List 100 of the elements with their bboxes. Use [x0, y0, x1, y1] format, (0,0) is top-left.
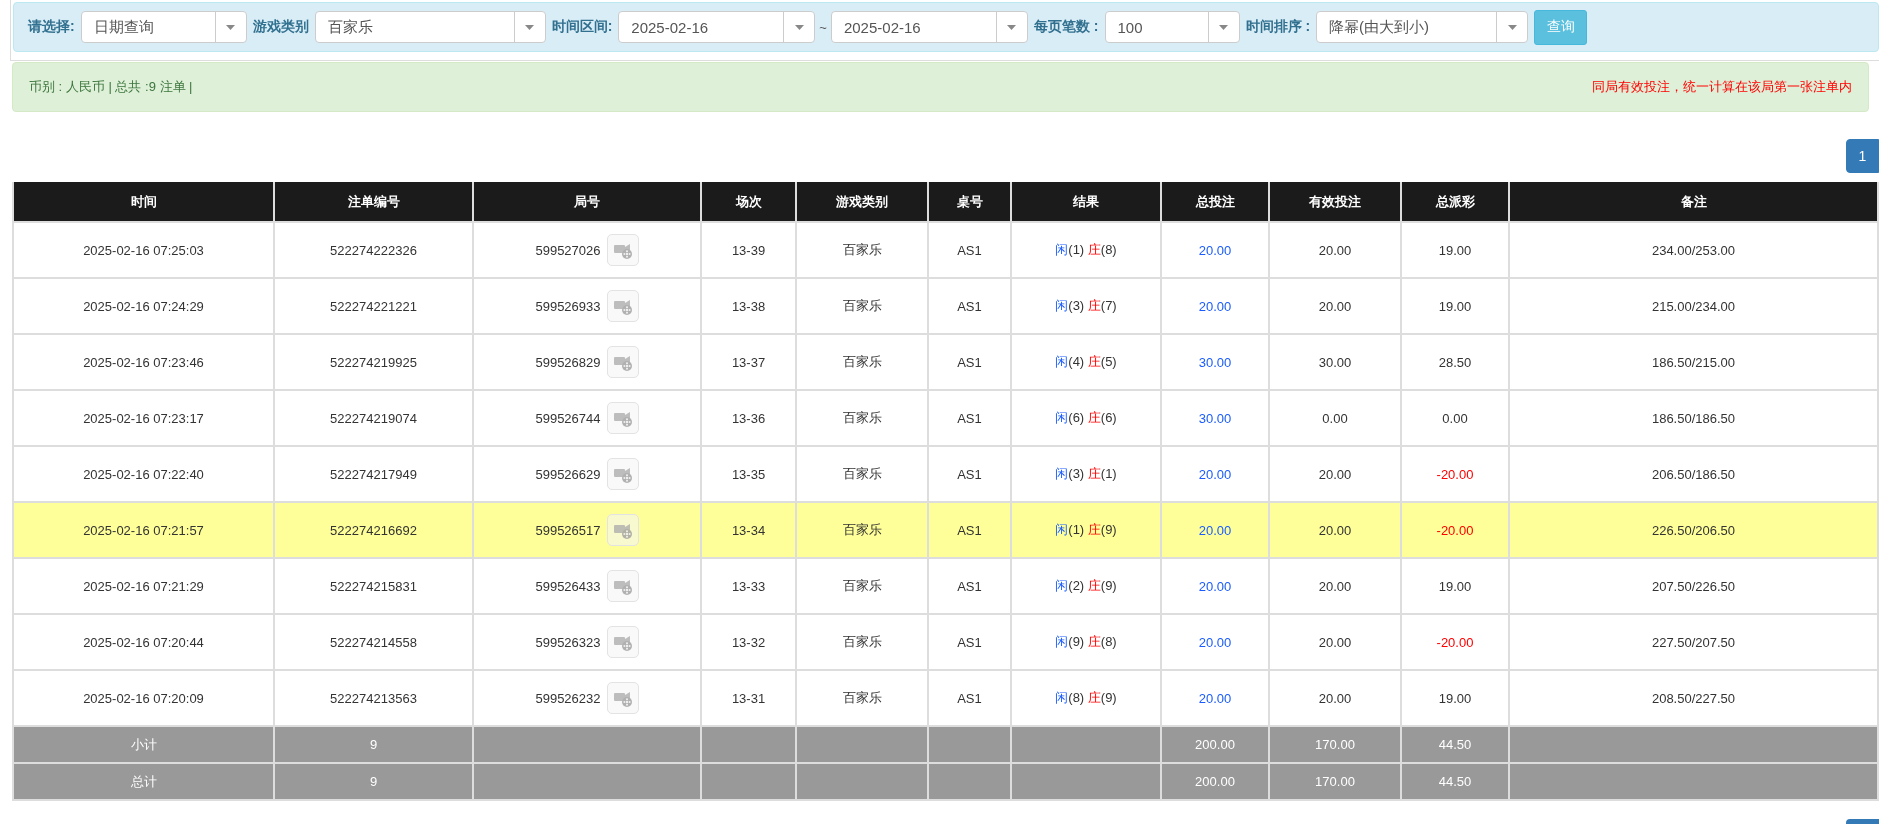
- caret-icon: [1007, 24, 1017, 30]
- column-header: 总派彩: [1401, 182, 1509, 222]
- round-number: 599526517: [535, 522, 601, 538]
- table-cell: -20.00: [1401, 502, 1509, 558]
- filter-label: 时间排序 :: [1245, 18, 1311, 36]
- result-text: 闲(4) 庄(5): [1055, 354, 1117, 369]
- table-cell: 200.00: [1161, 726, 1269, 763]
- table-cell: 9: [274, 726, 473, 763]
- caret-icon: [794, 24, 804, 30]
- table-cell: 44.50: [1401, 763, 1509, 800]
- table-cell: 20.00: [1161, 502, 1269, 558]
- table-cell: AS1: [928, 390, 1011, 446]
- table-cell: 186.50/186.50: [1509, 390, 1878, 446]
- table-cell: 522274221221: [274, 278, 473, 334]
- result-text: 闲(1) 庄(9): [1055, 522, 1117, 537]
- round-number: 599526933: [535, 298, 601, 314]
- table-cell: 20.00: [1161, 222, 1269, 278]
- table-cell: 2025-02-16 07:24:29: [13, 278, 274, 334]
- select-field[interactable]: 降幂(由大到小): [1316, 11, 1529, 43]
- table-cell: 226.50/206.50: [1509, 502, 1878, 558]
- column-header: 结果: [1011, 182, 1161, 222]
- column-header: 注单编号: [274, 182, 473, 222]
- table-cell: AS1: [928, 558, 1011, 614]
- replay-button[interactable]: [606, 458, 639, 490]
- summary-text: 币别 : 人民币 | 总共 :9 注单 |: [29, 78, 193, 96]
- table-cell: 30.00: [1161, 390, 1269, 446]
- replay-button[interactable]: [606, 682, 639, 714]
- column-header: 有效投注: [1269, 182, 1401, 222]
- table-cell: 总计: [13, 763, 274, 800]
- table-cell: 20.00: [1161, 614, 1269, 670]
- table-cell: 2025-02-16 07:25:03: [13, 222, 274, 278]
- table-cell: 9: [274, 763, 473, 800]
- table-cell: 20.00: [1269, 614, 1401, 670]
- replay-button[interactable]: [606, 346, 639, 378]
- table-cell: 522274214558: [274, 614, 473, 670]
- table-cell: 百家乐: [796, 614, 928, 670]
- result-text: 闲(2) 庄(9): [1055, 578, 1117, 593]
- replay-button[interactable]: [606, 570, 639, 602]
- result-text: 闲(6) 庄(6): [1055, 410, 1117, 425]
- table-cell: AS1: [928, 502, 1011, 558]
- table-cell: 522274219925: [274, 334, 473, 390]
- table-cell: 522274222326: [274, 222, 473, 278]
- table-cell: 2025-02-16 07:23:46: [13, 334, 274, 390]
- table-cell: 200.00: [1161, 763, 1269, 800]
- select-field[interactable]: 日期查询: [80, 11, 247, 43]
- select-field[interactable]: 百家乐: [314, 11, 546, 43]
- table-cell: 19.00: [1401, 222, 1509, 278]
- round-number: 599526433: [535, 578, 601, 594]
- table-cell: 2025-02-16 07:21:57: [13, 502, 274, 558]
- table-cell: 20.00: [1269, 502, 1401, 558]
- table-cell: 2025-02-16 07:23:17: [13, 390, 274, 446]
- table-cell: 522274219074: [274, 390, 473, 446]
- caret-icon: [226, 24, 236, 30]
- table-cell: 13-34: [701, 502, 796, 558]
- round-number: 599526829: [535, 354, 601, 370]
- date-field[interactable]: 2025-02-16: [618, 11, 816, 43]
- column-header: 总投注: [1161, 182, 1269, 222]
- table-cell: 20.00: [1269, 278, 1401, 334]
- table-cell: 百家乐: [796, 558, 928, 614]
- column-header: 局号: [473, 182, 701, 222]
- table-cell: 20.00: [1269, 558, 1401, 614]
- table-cell: 13-37: [701, 334, 796, 390]
- result-text: 闲(3) 庄(1): [1055, 466, 1117, 481]
- replay-button[interactable]: [606, 514, 639, 546]
- table-cell: 170.00: [1269, 763, 1401, 800]
- round-number: 599526744: [535, 410, 601, 426]
- result-text: 闲(9) 庄(8): [1055, 634, 1117, 649]
- column-header: 桌号: [928, 182, 1011, 222]
- result-text: 闲(3) 庄(7): [1055, 298, 1117, 313]
- replay-button[interactable]: [606, 402, 639, 434]
- table-cell: 小计: [13, 726, 274, 763]
- table-cell: 19.00: [1401, 278, 1509, 334]
- table-cell: 20.00: [1161, 278, 1269, 334]
- replay-button[interactable]: [606, 234, 639, 266]
- table-cell: AS1: [928, 334, 1011, 390]
- caret-icon: [1507, 24, 1517, 30]
- date-field[interactable]: 2025-02-16: [830, 11, 1028, 43]
- replay-button[interactable]: [606, 626, 639, 658]
- table-cell: AS1: [928, 278, 1011, 334]
- column-header: 时间: [13, 182, 274, 222]
- replay-button[interactable]: [606, 290, 639, 322]
- table-cell: 207.50/226.50: [1509, 558, 1878, 614]
- caret-icon: [525, 24, 535, 30]
- page-button[interactable]: 1: [1846, 139, 1879, 173]
- table-cell: 20.00: [1161, 558, 1269, 614]
- round-number: 599527026: [535, 242, 601, 258]
- table-cell: 522274216692: [274, 502, 473, 558]
- table-cell: 44.50: [1401, 726, 1509, 763]
- table-cell: 215.00/234.00: [1509, 278, 1878, 334]
- table-cell: 30.00: [1161, 334, 1269, 390]
- range-separator: ~: [819, 19, 827, 35]
- filter-label: 游戏类别: [252, 18, 309, 36]
- table-cell: 227.50/207.50: [1509, 614, 1878, 670]
- table-cell: 2025-02-16 07:21:29: [13, 558, 274, 614]
- table-cell: -20.00: [1401, 614, 1509, 670]
- table-cell: 186.50/215.00: [1509, 334, 1878, 390]
- select-field[interactable]: 100: [1104, 11, 1240, 43]
- table-cell: 170.00: [1269, 726, 1401, 763]
- filter-label: 请选择:: [28, 18, 75, 36]
- table-cell: 20.00: [1269, 222, 1401, 278]
